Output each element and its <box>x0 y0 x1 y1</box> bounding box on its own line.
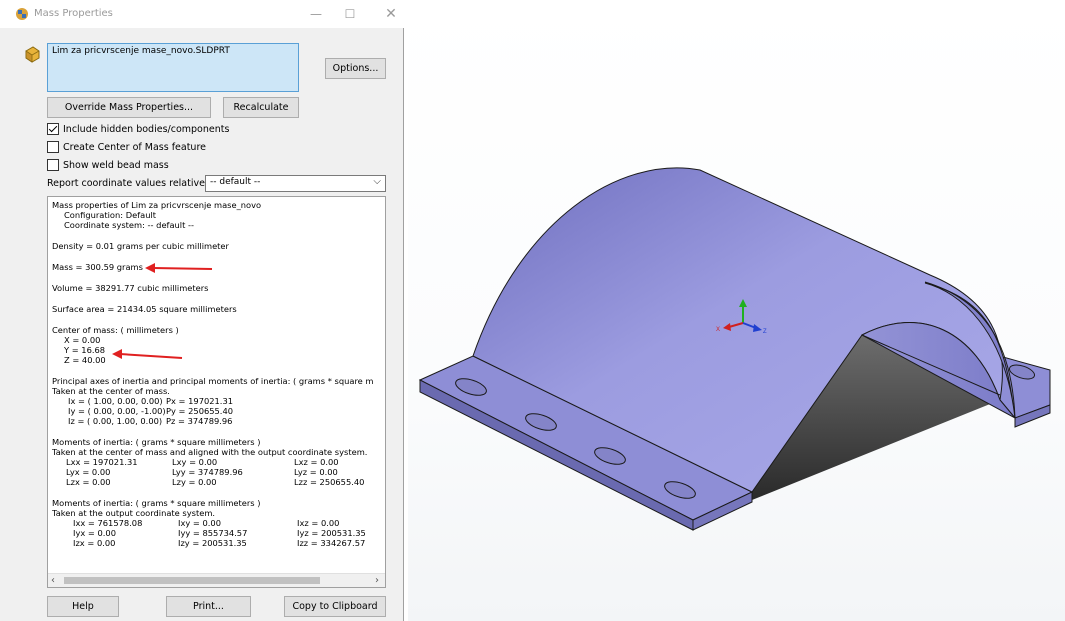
com-z: Z = 40.00 <box>64 355 106 365</box>
moments-out-row: Ixx = 761578.08 Ixy = 0.00 Ixz = 0.00 <box>73 518 340 528</box>
create-com-label: Create Center of Mass feature <box>63 141 206 153</box>
selected-item[interactable]: Lim za pricvrscenje mase_novo.SLDPRT <box>52 46 230 56</box>
moments-out-row: Iyx = 0.00 Iyy = 855734.57 Iyz = 200531.35 <box>73 528 366 538</box>
copy-to-clipboard-button[interactable]: Copy to Clipboard <box>284 596 386 617</box>
arrow-icon <box>145 263 213 273</box>
part-model[interactable]: X Z <box>408 0 1065 621</box>
surface-area-line: Surface area = 21434.05 square millimete… <box>52 304 237 314</box>
report-coordinates-label: Report coordinate values relative to: <box>47 178 221 189</box>
moments-out-header: Moments of inertia: ( grams * square mil… <box>52 498 261 508</box>
principal-row: Ix = ( 1.00, 0.00, 0.00) Px = 197021.31 <box>68 396 234 406</box>
com-y: Y = 16.68 <box>64 345 106 355</box>
moments-com-header: Moments of inertia: ( grams * square mil… <box>52 437 261 447</box>
override-mass-properties-button[interactable]: Override Mass Properties... <box>47 97 211 118</box>
selected-items-list[interactable]: Lim za pricvrscenje mase_novo.SLDPRT <box>47 43 299 92</box>
show-weld-checkbox-row[interactable]: Show weld bead mass <box>47 158 169 172</box>
recalculate-button[interactable]: Recalculate <box>223 97 299 118</box>
com-x: X = 0.00 <box>64 335 101 345</box>
principal-header: Principal axes of inertia and principal … <box>52 376 374 386</box>
triad-z-label: Z <box>763 329 767 335</box>
moments-com-taken: Taken at the center of mass and aligned … <box>52 447 368 457</box>
graphics-viewport[interactable]: X Z <box>408 0 1065 621</box>
results-header: Mass properties of Lim za pricvrscenje m… <box>52 200 262 210</box>
moments-out-taken: Taken at the output coordinate system. <box>52 508 216 518</box>
moments-out-row: Izx = 0.00 Izy = 200531.35 Izz = 334267.57 <box>73 538 366 548</box>
arrow-icon <box>112 349 183 359</box>
close-button[interactable]: ✕ <box>380 5 402 23</box>
mass-properties-dialog: Mass Properties — ☐ ✕ Lim za pricvrscenj… <box>0 0 404 621</box>
triad-x-label: X <box>716 327 720 333</box>
create-com-checkbox[interactable] <box>47 141 59 153</box>
chevron-down-icon[interactable]: ⌵ <box>373 176 381 187</box>
coordinate-system-value: -- default -- <box>210 177 261 187</box>
principal-taken: Taken at the center of mass. <box>52 386 170 396</box>
maximize-button[interactable]: ☐ <box>339 5 361 23</box>
principal-row: Iz = ( 0.00, 1.00, 0.00) Pz = 374789.96 <box>68 416 233 426</box>
coordinate-system-select[interactable]: -- default -- ⌵ <box>205 175 386 192</box>
include-hidden-label: Include hidden bodies/components <box>63 123 230 135</box>
moments-com-row: Lyx = 0.00 Lyy = 374789.96 Lyz = 0.00 <box>66 467 338 477</box>
com-header: Center of mass: ( millimeters ) <box>52 325 179 335</box>
results-text-area[interactable]: Mass properties of Lim za pricvrscenje m… <box>47 196 386 588</box>
include-hidden-checkbox[interactable] <box>47 123 59 135</box>
principal-row: Iy = ( 0.00, 0.00, -1.00) Py = 250655.40 <box>68 406 234 416</box>
include-hidden-checkbox-row[interactable]: Include hidden bodies/components <box>47 122 229 136</box>
show-weld-label: Show weld bead mass <box>63 159 169 171</box>
minimize-button[interactable]: — <box>305 5 327 23</box>
title-bar[interactable]: Mass Properties — ☐ ✕ <box>0 0 404 28</box>
options-button[interactable]: Options... <box>325 58 386 79</box>
coordinate-system-line: Coordinate system: -- default -- <box>64 220 194 230</box>
print-button[interactable]: Print... <box>166 596 251 617</box>
part-icon <box>25 46 40 63</box>
scroll-right-icon[interactable]: › <box>375 574 379 587</box>
configuration-line: Configuration: Default <box>64 210 157 220</box>
volume-line: Volume = 38291.77 cubic millimeters <box>52 283 209 293</box>
create-com-checkbox-row[interactable]: Create Center of Mass feature <box>47 140 206 154</box>
density-line: Density = 0.01 grams per cubic millimete… <box>52 241 229 251</box>
scroll-left-icon[interactable]: ‹ <box>51 574 55 587</box>
help-button[interactable]: Help <box>47 596 119 617</box>
horizontal-scrollbar[interactable]: ‹ › <box>48 573 385 587</box>
scrollbar-thumb[interactable] <box>64 577 320 584</box>
show-weld-checkbox[interactable] <box>47 159 59 171</box>
moments-com-row: Lxx = 197021.31 Lxy = 0.00 Lxz = 0.00 <box>66 457 339 467</box>
moments-com-row: Lzx = 0.00 Lzy = 0.00 Lzz = 250655.40 <box>66 477 365 487</box>
window-title: Mass Properties <box>34 8 113 19</box>
solidworks-app-icon <box>16 8 28 20</box>
